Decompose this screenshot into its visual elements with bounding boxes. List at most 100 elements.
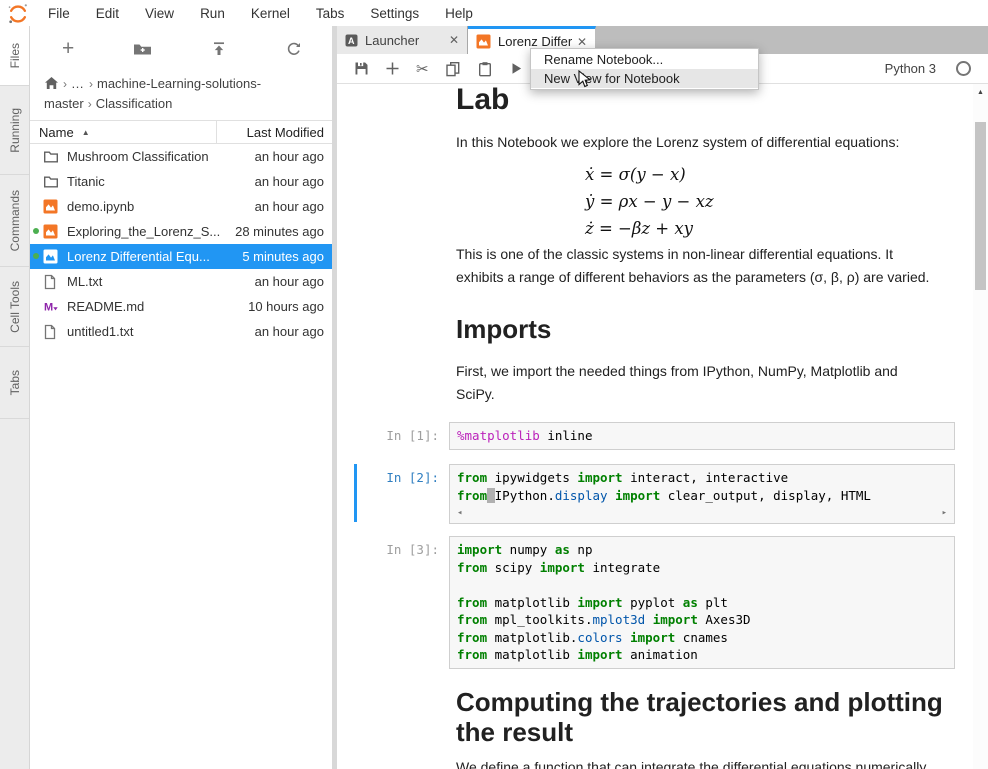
sidebar-tab-label: Files — [8, 43, 22, 68]
context-menu-item-rename-notebook-[interactable]: Rename Notebook... — [531, 50, 758, 69]
cell-editor[interactable]: from ipywidgets import interact, interac… — [449, 464, 955, 524]
markdown-paragraph: This is one of the classic systems in no… — [456, 243, 940, 289]
run-icon — [509, 61, 523, 76]
doc-tab-launcher[interactable]: ALauncher✕ — [337, 26, 468, 54]
sidebar-tab-label: Cell Tools — [8, 281, 22, 333]
new-folder-button[interactable] — [133, 41, 152, 57]
sidebar-tab-files[interactable]: Files — [0, 26, 29, 86]
home-icon — [44, 76, 59, 90]
cell-editor[interactable]: import numpy as npfrom scipy import inte… — [449, 536, 955, 669]
file-name: demo.ipynb — [67, 199, 255, 214]
code-line: %matplotlib inline — [457, 427, 947, 445]
mouse-cursor-icon — [578, 70, 592, 89]
file-row-exploring-the-lorenz-s-[interactable]: Exploring_the_Lorenz_S...28 minutes ago — [30, 219, 332, 244]
add-cell-button[interactable] — [385, 61, 400, 76]
sidebar-tab-commands[interactable]: Commands — [0, 175, 29, 267]
paste-button[interactable] — [477, 61, 493, 77]
scrollbar-thumb[interactable] — [975, 122, 986, 290]
equation-line: ż = −βz + xy — [585, 215, 714, 242]
sidebar-tab-label: Running — [8, 108, 22, 153]
breadcrumb-ellipsis[interactable]: … — [71, 76, 85, 91]
refresh-button[interactable] — [286, 41, 302, 57]
notebook-icon — [43, 199, 58, 214]
context-menu-item-new-view-for-notebook[interactable]: New View for Notebook — [531, 69, 758, 88]
menu-kernel[interactable]: Kernel — [238, 6, 303, 21]
code-line: from matplotlib import animation — [457, 646, 947, 664]
panel-divider[interactable] — [332, 26, 337, 769]
file-modified-time: an hour ago — [255, 174, 332, 189]
tab-close-icon[interactable]: ✕ — [449, 33, 459, 47]
new-launcher-button[interactable]: + — [62, 40, 74, 58]
file-row-demo-ipynb[interactable]: demo.ipynban hour ago — [30, 194, 332, 219]
sort-caret-up-icon: ▲ — [82, 128, 90, 137]
file-row-ml-txt[interactable]: ML.txtan hour ago — [30, 269, 332, 294]
file-modified-time: an hour ago — [255, 324, 332, 339]
cell-editor[interactable]: %matplotlib inline — [449, 422, 955, 450]
file-row-readme-md[interactable]: MREADME.md10 hours ago — [30, 294, 332, 319]
breadcrumb-home[interactable] — [44, 76, 59, 91]
scroll-up-arrow-icon[interactable]: ▲ — [973, 89, 988, 96]
menu-file[interactable]: File — [35, 6, 83, 21]
sidebar-tab-cell-tools[interactable]: Cell Tools — [0, 267, 29, 347]
file-row-untitled1-txt[interactable]: untitled1.txtan hour ago — [30, 319, 332, 344]
file-name: Mushroom Classification — [67, 149, 255, 164]
horizontal-scrollbar[interactable]: ◂▸ — [457, 508, 947, 519]
menu-settings[interactable]: Settings — [357, 6, 432, 21]
file-name: Exploring_the_Lorenz_S... — [67, 224, 235, 239]
cut-button[interactable]: ✂ — [416, 60, 429, 78]
column-header-last-modified[interactable]: Last Modified — [216, 121, 332, 143]
breadcrumb-separator: › — [88, 97, 92, 111]
svg-text:A: A — [348, 36, 355, 46]
file-row-mushroom-classification[interactable]: Mushroom Classificationan hour ago — [30, 144, 332, 169]
markdown-paragraph: In this Notebook we explore the Lorenz s… — [456, 131, 940, 154]
column-header-name[interactable]: Name ▲ — [30, 121, 216, 143]
vertical-scrollbar[interactable]: ▲ — [973, 84, 988, 769]
save-button[interactable] — [354, 61, 369, 76]
code-line: from matplotlib.colors import cnames — [457, 629, 947, 647]
notebook-icon — [476, 34, 491, 49]
code-line: import numpy as np — [457, 541, 947, 559]
sidebar-tab-running[interactable]: Running — [0, 86, 29, 175]
menu-edit[interactable]: Edit — [83, 6, 132, 21]
tab-close-icon[interactable]: ✕ — [577, 35, 587, 49]
markdown-paragraph: We define a function that can integrate … — [456, 756, 940, 769]
sidebar-tab-tabs[interactable]: Tabs — [0, 347, 29, 419]
menubar-items: FileEditViewRunKernelTabsSettingsHelp — [35, 6, 486, 21]
menu-view[interactable]: View — [132, 6, 187, 21]
kernel-status-icon — [956, 61, 971, 76]
sidebar-tab-label: Tabs — [8, 370, 22, 395]
menu-help[interactable]: Help — [432, 6, 486, 21]
scroll-left-arrow-icon[interactable]: ◂ — [457, 508, 462, 519]
cell-prompt: In [1]: — [337, 422, 449, 450]
file-list-header: Name ▲ Last Modified — [30, 120, 332, 144]
main-dock-area: ALauncher✕Lorenz Differen✕ ✂ — [337, 26, 988, 769]
code-cell-1: In [1]: %matplotlib inline — [337, 422, 973, 450]
scroll-right-arrow-icon[interactable]: ▸ — [942, 508, 947, 519]
file-row-lorenz-differential-equ-[interactable]: Lorenz Differential Equ...5 minutes ago — [30, 244, 332, 269]
kernel-name[interactable]: Python 3 — [885, 61, 936, 76]
menu-tabs[interactable]: Tabs — [303, 6, 358, 21]
code-cell-2: In [2]: from ipywidgets import interact,… — [337, 464, 973, 524]
cell-prompt: In [3]: — [337, 536, 449, 669]
breadcrumb-separator: › — [89, 77, 93, 91]
code-line: from ipywidgets import interact, interac… — [457, 469, 947, 487]
copy-icon — [445, 61, 461, 77]
left-sidebar: Files Running Commands Cell Tools Tabs — [0, 26, 30, 769]
code-line: from matplotlib import pyplot as plt — [457, 594, 947, 612]
menu-run[interactable]: Run — [187, 6, 238, 21]
notebook-icon — [43, 224, 58, 239]
breadcrumb-separator: › — [63, 77, 67, 91]
upload-button[interactable] — [211, 41, 227, 57]
file-modified-time: 28 minutes ago — [235, 224, 332, 239]
file-modified-time: an hour ago — [255, 274, 332, 289]
run-button[interactable] — [509, 61, 523, 76]
markdown-icon: M — [43, 299, 59, 315]
breadcrumb-classification[interactable]: Classification — [96, 96, 173, 111]
code-line: from IPython.display import clear_output… — [457, 487, 947, 505]
file-browser-toolbar: + — [30, 26, 332, 66]
svg-text:M: M — [44, 301, 53, 313]
code-line: from scipy import integrate — [457, 559, 947, 577]
computing-heading: Computing the trajectories and plotting … — [456, 687, 961, 747]
copy-button[interactable] — [445, 61, 461, 77]
file-row-titanic[interactable]: Titanican hour ago — [30, 169, 332, 194]
